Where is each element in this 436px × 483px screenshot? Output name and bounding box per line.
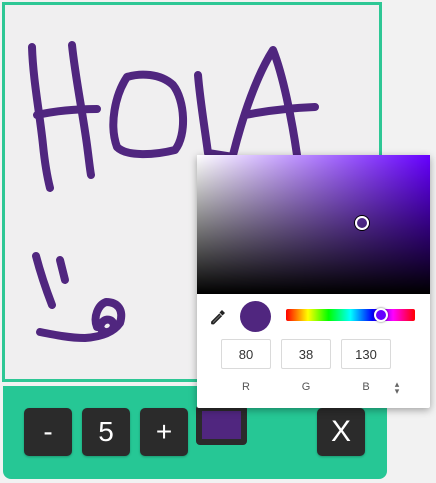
saturation-value-area[interactable] <box>197 155 430 294</box>
current-color-swatch <box>202 411 241 439</box>
hue-slider-handle[interactable] <box>374 308 389 322</box>
hue-slider[interactable] <box>286 309 415 321</box>
stroke-l <box>194 71 237 161</box>
color-swatch-button[interactable] <box>196 405 247 445</box>
up-down-arrows-icon[interactable]: ▴ ▾ <box>391 380 403 396</box>
stroke-h-bar <box>33 105 101 119</box>
color-picker-popup: R G B ▴▾ <box>197 155 430 408</box>
red-label: R <box>242 381 250 393</box>
stroke-mark-2 <box>56 256 69 284</box>
stroke-a <box>229 46 301 159</box>
stroke-mark-1 <box>32 252 56 309</box>
eyedropper-icon[interactable] <box>208 307 228 327</box>
saturation-value-cursor[interactable] <box>355 216 370 231</box>
green-label: G <box>301 381 311 393</box>
red-input[interactable] <box>221 339 271 369</box>
blue-label: B <box>362 381 370 393</box>
stroke-a-bar <box>241 103 319 119</box>
increase-brush-size-button[interactable]: + <box>140 408 188 456</box>
blue-input[interactable] <box>341 339 391 369</box>
green-input[interactable] <box>281 339 331 369</box>
color-preview-circle <box>240 301 271 332</box>
stroke-eye <box>96 315 118 336</box>
stroke-o <box>109 70 188 159</box>
close-button[interactable]: X <box>317 408 365 456</box>
decrease-brush-size-button[interactable]: - <box>24 408 72 456</box>
brush-size-display: 5 <box>82 408 130 456</box>
